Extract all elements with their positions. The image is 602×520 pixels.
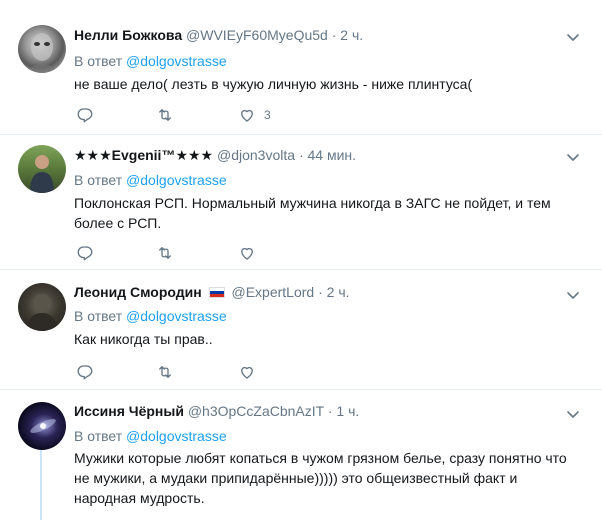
heart-icon bbox=[238, 106, 256, 124]
tweet-header: Иссиня Чёрный @h3OpCcZaCbnAzIT · 1 ч. bbox=[74, 402, 359, 420]
reply-button[interactable] bbox=[76, 106, 94, 124]
tweet[interactable]: ★★★Evgenii™★★★ @djon3volta · 44 мин. В о… bbox=[0, 135, 602, 270]
tweet-text: Поклонская РСП. Нормальный мужчина никог… bbox=[74, 193, 574, 233]
tweet-header: ★★★Evgenii™★★★ @djon3volta · 44 мин. bbox=[74, 146, 356, 164]
retweet-icon bbox=[156, 244, 174, 262]
display-name[interactable]: Леонид Смородин bbox=[74, 284, 202, 300]
display-name[interactable]: Нелли Божкова bbox=[74, 27, 182, 43]
heart-icon bbox=[238, 244, 256, 262]
tweet-text-line: не мужики, а мудаки припидарённые))))) э… bbox=[74, 470, 518, 486]
retweet-button[interactable] bbox=[156, 106, 174, 124]
retweet-button[interactable] bbox=[156, 244, 174, 262]
tweet-text-line: более с РСП. bbox=[74, 215, 162, 231]
tweet-actions bbox=[74, 363, 294, 381]
more-options-button[interactable] bbox=[566, 150, 580, 164]
reply-to-link[interactable]: @dolgovstrasse bbox=[126, 172, 227, 188]
retweet-icon bbox=[156, 106, 174, 124]
user-handle[interactable]: @h3OpCcZaCbnAzIT bbox=[188, 403, 324, 419]
display-name[interactable]: Иссиня Чёрный bbox=[74, 403, 184, 419]
chevron-down-icon bbox=[566, 30, 580, 44]
separator-dot: · bbox=[318, 284, 323, 300]
reply-icon bbox=[76, 106, 94, 124]
tweet-actions: 3 bbox=[74, 106, 294, 124]
russia-flag-icon bbox=[208, 287, 225, 298]
tweet-header: Нелли Божкова @WVIEyF60MyeQu5d · 2 ч. bbox=[74, 26, 363, 44]
chevron-down-icon bbox=[566, 288, 580, 302]
reply-prefix: В ответ bbox=[74, 428, 123, 444]
like-count: 3 bbox=[264, 108, 271, 122]
more-options-button[interactable] bbox=[566, 288, 580, 302]
reply-context: В ответ @dolgovstrasse bbox=[74, 171, 227, 189]
tweet-text-line: народная мудрость. bbox=[74, 490, 205, 506]
separator-dot: · bbox=[331, 27, 337, 43]
reply-context: В ответ @dolgovstrasse bbox=[74, 307, 227, 325]
separator-dot: · bbox=[298, 147, 304, 163]
reply-icon bbox=[76, 363, 94, 381]
user-handle[interactable]: @ExpertLord bbox=[231, 284, 314, 300]
chevron-down-icon bbox=[566, 150, 580, 164]
reply-to-link[interactable]: @dolgovstrasse bbox=[126, 53, 227, 69]
reply-icon bbox=[76, 244, 94, 262]
tweet-actions bbox=[74, 244, 294, 262]
reply-to-link[interactable]: @dolgovstrasse bbox=[126, 428, 227, 444]
tweet-text: не ваше дело( лезть в чужую личную жизнь… bbox=[74, 76, 473, 92]
reply-prefix: В ответ bbox=[74, 308, 123, 324]
timestamp[interactable]: 2 ч. bbox=[327, 284, 350, 300]
user-handle[interactable]: @djon3volta bbox=[217, 147, 295, 163]
avatar[interactable] bbox=[18, 25, 66, 73]
avatar[interactable] bbox=[18, 145, 66, 193]
avatar[interactable] bbox=[18, 402, 66, 450]
tweet-header: Леонид Смородин @ExpertLord · 2 ч. bbox=[74, 283, 350, 301]
thread-connector-line bbox=[40, 450, 42, 520]
reply-to-link[interactable]: @dolgovstrasse bbox=[126, 308, 227, 324]
retweet-icon bbox=[156, 363, 174, 381]
avatar[interactable] bbox=[18, 283, 66, 331]
tweet[interactable]: Иссиня Чёрный @h3OpCcZaCbnAzIT · 1 ч. В … bbox=[0, 390, 602, 520]
tweet[interactable]: Леонид Смородин @ExpertLord · 2 ч. В отв… bbox=[0, 270, 602, 390]
tweet-text: Как никогда ты прав.. bbox=[74, 331, 213, 347]
reply-context: В ответ @dolgovstrasse bbox=[74, 427, 227, 445]
timestamp[interactable]: 44 мин. bbox=[308, 147, 357, 163]
reply-button[interactable] bbox=[76, 244, 94, 262]
like-button[interactable]: 3 bbox=[238, 106, 271, 124]
more-options-button[interactable] bbox=[566, 407, 580, 421]
reply-feed: Нелли Божкова @WVIEyF60MyeQu5d · 2 ч. В … bbox=[0, 0, 602, 520]
separator-dot: · bbox=[327, 403, 333, 419]
tweet-text-line: Мужики которые любят копаться в чужом гр… bbox=[74, 450, 567, 466]
tweet-text: Мужики которые любят копаться в чужом гр… bbox=[74, 448, 574, 508]
display-name[interactable]: ★★★Evgenii™★★★ bbox=[74, 147, 213, 163]
reply-prefix: В ответ bbox=[74, 53, 123, 69]
reply-prefix: В ответ bbox=[74, 172, 123, 188]
chevron-down-icon bbox=[566, 407, 580, 421]
reply-button[interactable] bbox=[76, 363, 94, 381]
heart-icon bbox=[238, 363, 256, 381]
user-handle[interactable]: @WVIEyF60MyeQu5d bbox=[186, 27, 328, 43]
timestamp[interactable]: 2 ч. bbox=[340, 27, 363, 43]
tweet-text-line: Поклонская РСП. Нормальный мужчина никог… bbox=[74, 195, 551, 211]
tweet[interactable]: Нелли Божкова @WVIEyF60MyeQu5d · 2 ч. В … bbox=[0, 0, 602, 135]
reply-context: В ответ @dolgovstrasse bbox=[74, 52, 227, 70]
like-button[interactable] bbox=[238, 244, 256, 262]
retweet-button[interactable] bbox=[156, 363, 174, 381]
timestamp[interactable]: 1 ч. bbox=[336, 403, 359, 419]
like-button[interactable] bbox=[238, 363, 256, 381]
more-options-button[interactable] bbox=[566, 30, 580, 44]
